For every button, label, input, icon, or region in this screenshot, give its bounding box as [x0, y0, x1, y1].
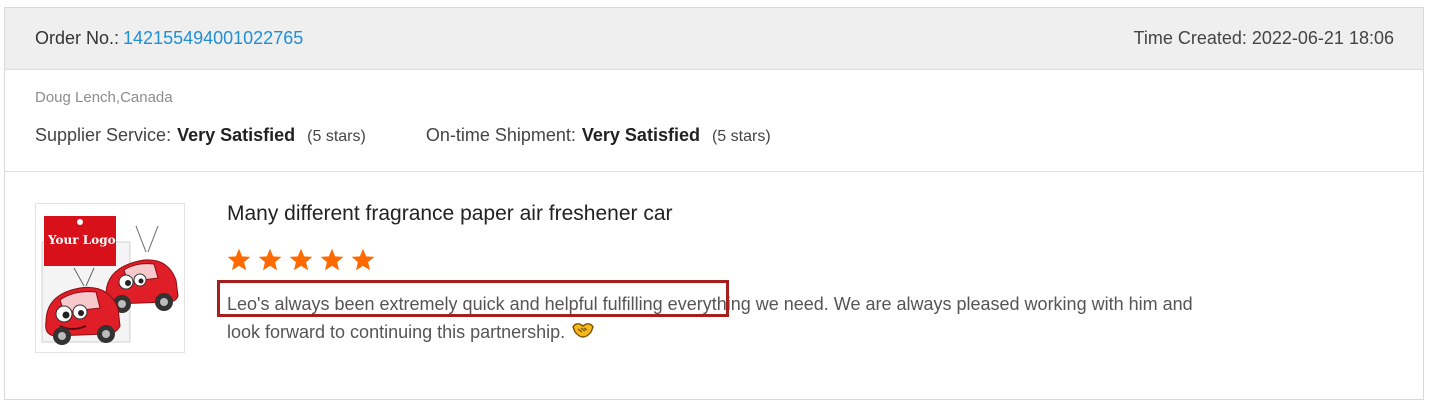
order-number-label: Order No.: [35, 28, 120, 48]
on-time-shipment-rating: On-time Shipment: Very Satisfied (5 star… [426, 125, 771, 146]
air-freshener-image: Your Logo [41, 216, 179, 345]
on-time-shipment-label: On-time Shipment: [425, 125, 576, 145]
product-title[interactable]: Many different fragrance paper air fresh… [227, 202, 673, 226]
on-time-shipment-value: Very Satisfied [581, 125, 700, 145]
star-icon [351, 248, 375, 271]
text-highlight-box [217, 280, 729, 317]
on-time-shipment-stars: (5 stars) [711, 128, 771, 145]
buyer-info: Doug Lench,Canada Supplier Service: Very… [5, 70, 1423, 172]
supplier-service-value: Very Satisfied [177, 125, 296, 145]
star-icon [289, 248, 313, 271]
supplier-service-rating: Supplier Service: Very Satisfied (5 star… [35, 125, 366, 146]
order-number-group: Order No.: 142155494001022765 [35, 28, 303, 49]
product-thumbnail[interactable]: Your Logo [35, 203, 185, 353]
star-icon [227, 248, 251, 271]
supplier-service-label: Supplier Service: [35, 125, 172, 145]
order-number-link[interactable]: 142155494001022765 [123, 28, 303, 48]
time-created: Time Created: 2022-06-21 18:06 [1133, 28, 1395, 48]
star-icon [320, 248, 344, 271]
review-card: Order No.: 142155494001022765 Time Create… [4, 7, 1424, 400]
order-header: Order No.: 142155494001022765 Time Create… [5, 8, 1423, 70]
ratings-row: Supplier Service: Very Satisfied (5 star… [35, 125, 771, 146]
star-icon [258, 248, 282, 271]
buyer-name: Doug Lench,Canada [35, 89, 173, 106]
product-review: Your Logo Many different fragrance paper… [5, 172, 1423, 398]
handshake-emoji-icon [571, 319, 595, 347]
your-logo-text: Your Logo [47, 233, 116, 247]
supplier-service-stars: (5 stars) [307, 128, 366, 145]
product-rating-stars [226, 247, 376, 273]
